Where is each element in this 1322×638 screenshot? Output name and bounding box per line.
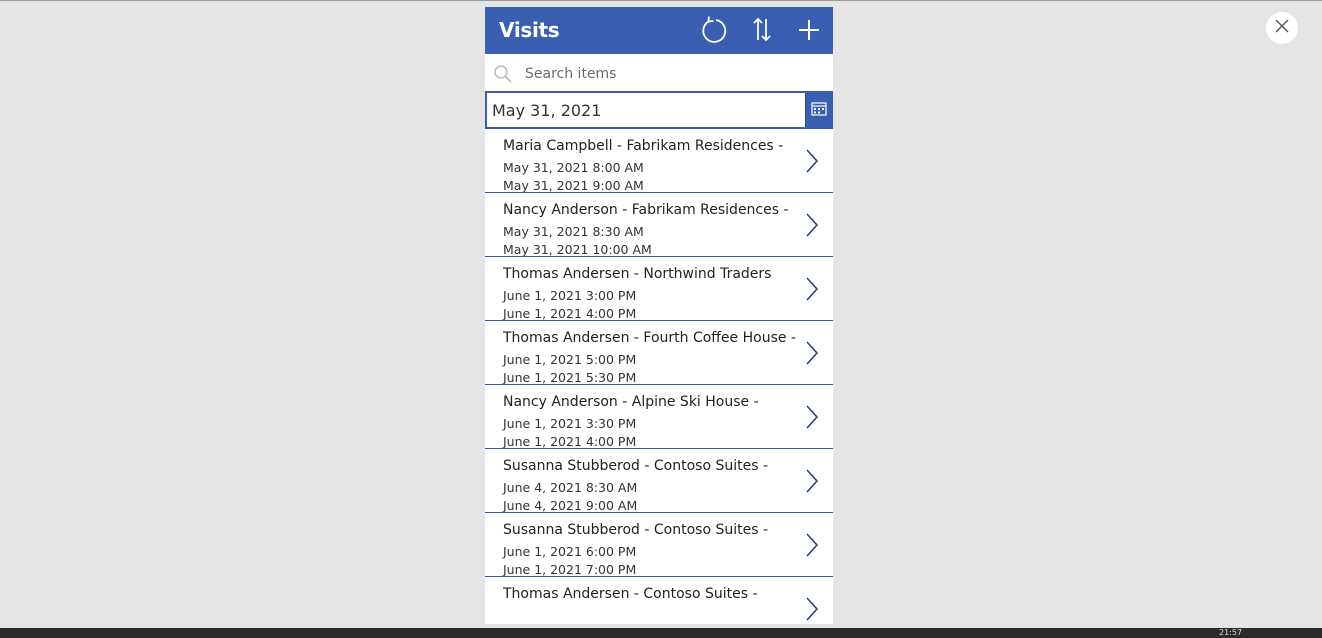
- chevron-right-icon[interactable]: [805, 276, 819, 306]
- visit-title: Thomas Andersen - Fourth Coffee House -: [503, 330, 796, 346]
- visit-start-time: June 4, 2021 8:30 AM: [503, 480, 638, 495]
- date-picker-value: May 31, 2021: [492, 101, 602, 120]
- chevron-right-icon[interactable]: [805, 148, 819, 178]
- visit-title: Maria Campbell - Fabrikam Residences -: [503, 138, 784, 154]
- visit-end-time: June 1, 2021 4:00 PM: [503, 434, 637, 449]
- chevron-right-icon[interactable]: [805, 212, 819, 242]
- chevron-right-icon[interactable]: [805, 596, 819, 624]
- visit-row[interactable]: Susanna Stubberod - Contoso Suites - Jun…: [485, 449, 833, 513]
- close-icon: [1274, 18, 1290, 38]
- visit-row[interactable]: Susanna Stubberod - Contoso Suites - Jun…: [485, 513, 833, 577]
- visit-title: Thomas Andersen - Northwind Traders: [503, 266, 772, 282]
- visit-row[interactable]: Thomas Andersen - Fourth Coffee House - …: [485, 321, 833, 385]
- chevron-right-icon[interactable]: [805, 468, 819, 498]
- visit-start-time: June 1, 2021 5:00 PM: [503, 352, 637, 367]
- visit-title: Nancy Anderson - Alpine Ski House -: [503, 394, 759, 410]
- visit-end-time: June 1, 2021 4:00 PM: [503, 306, 637, 321]
- chevron-right-icon[interactable]: [805, 404, 819, 434]
- visit-end-time: June 1, 2021 5:30 PM: [503, 370, 637, 385]
- page-title: Visits: [499, 18, 560, 42]
- chevron-right-icon[interactable]: [805, 532, 819, 562]
- search-bar: [485, 54, 833, 92]
- plus-icon[interactable]: [794, 15, 824, 45]
- visit-title: Susanna Stubberod - Contoso Suites -: [503, 458, 769, 474]
- visit-start-time: June 1, 2021 3:00 PM: [503, 288, 637, 303]
- visit-start-time: June 1, 2021 3:30 PM: [503, 416, 637, 431]
- close-button[interactable]: [1266, 12, 1298, 44]
- visit-end-time: May 31, 2021 10:00 AM: [503, 242, 652, 257]
- calendar-icon: [810, 101, 827, 120]
- visit-start-time: May 31, 2021 8:00 AM: [503, 160, 644, 175]
- search-icon: [493, 64, 513, 88]
- app-header: Visits: [485, 7, 833, 54]
- visit-start-time: June 1, 2021 6:00 PM: [503, 544, 637, 559]
- calendar-button[interactable]: [805, 93, 831, 127]
- visit-title: Nancy Anderson - Fabrikam Residences -: [503, 202, 789, 218]
- search-input[interactable]: [523, 62, 827, 86]
- taskbar: 21:57: [0, 628, 1322, 638]
- visit-row[interactable]: Nancy Anderson - Alpine Ski House - June…: [485, 385, 833, 449]
- visit-row[interactable]: Thomas Andersen - Contoso Suites -: [485, 577, 833, 624]
- visit-title: Susanna Stubberod - Contoso Suites -: [503, 522, 769, 538]
- visits-app-screen: Visits May 31,: [485, 7, 833, 624]
- sort-icon[interactable]: [747, 15, 777, 45]
- visit-end-time: June 1, 2021 7:00 PM: [503, 562, 637, 577]
- visit-end-time: May 31, 2021 9:00 AM: [503, 178, 644, 193]
- window-top-border: [0, 0, 1322, 1]
- taskbar-clock: 21:57: [1219, 628, 1243, 637]
- visit-row[interactable]: Thomas Andersen - Northwind Traders June…: [485, 257, 833, 321]
- chevron-right-icon[interactable]: [805, 340, 819, 370]
- refresh-icon[interactable]: [698, 15, 728, 45]
- visits-gallery: Maria Campbell - Fabrikam Residences - M…: [485, 129, 833, 624]
- visit-title: Thomas Andersen - Contoso Suites -: [503, 586, 758, 602]
- visit-row[interactable]: Maria Campbell - Fabrikam Residences - M…: [485, 129, 833, 193]
- visit-start-time: May 31, 2021 8:30 AM: [503, 224, 644, 239]
- date-picker[interactable]: May 31, 2021: [485, 91, 833, 129]
- visit-end-time: June 4, 2021 9:00 AM: [503, 498, 638, 513]
- visit-row[interactable]: Nancy Anderson - Fabrikam Residences - M…: [485, 193, 833, 257]
